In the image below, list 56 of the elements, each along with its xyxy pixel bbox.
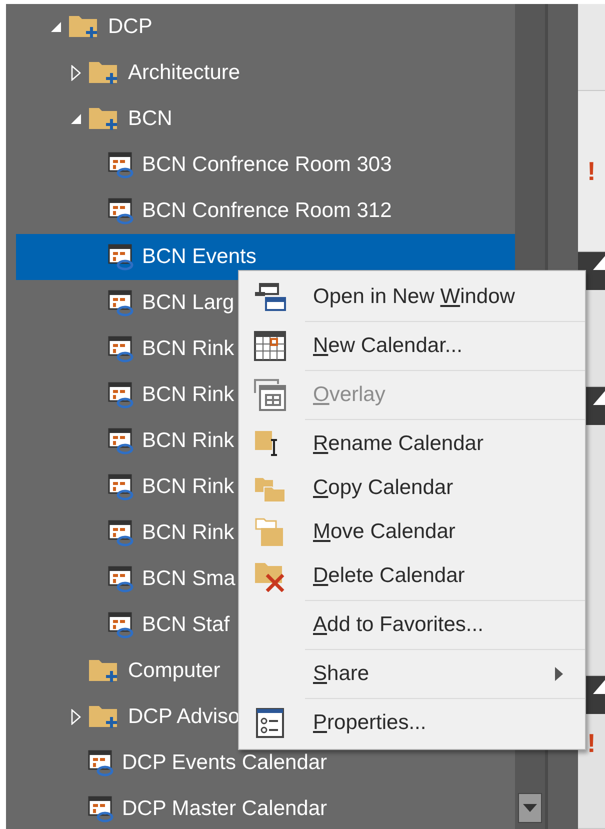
calendar-icon xyxy=(108,335,134,363)
folder-name[interactable]: DCP Adviso xyxy=(128,705,240,729)
expanded-arrow-icon[interactable] xyxy=(70,113,82,125)
calendar-icon xyxy=(108,427,134,455)
folder-name[interactable]: BCN Sma xyxy=(142,567,236,591)
menu-item[interactable]: Copy Calendar xyxy=(239,466,585,510)
collapsed-arrow-icon[interactable] xyxy=(71,709,81,725)
scroll-down-button[interactable] xyxy=(518,793,542,823)
folder-name[interactable]: Computer xyxy=(128,659,220,683)
move-folder-icon xyxy=(254,516,286,548)
overlay-calendar-icon xyxy=(254,379,286,411)
calendar-icon xyxy=(108,565,134,593)
collapse-arrow-icon[interactable] xyxy=(593,391,605,405)
folder-name[interactable]: BCN Confrence Room 303 xyxy=(142,153,392,177)
calendar-icon xyxy=(108,381,134,409)
collapse-arrow-icon[interactable] xyxy=(593,680,605,694)
folder-name[interactable]: BCN xyxy=(128,107,172,131)
delete-folder-icon xyxy=(254,560,286,592)
folder-name[interactable]: DCP Master Calendar xyxy=(122,797,328,821)
menu-item[interactable]: Delete Calendar xyxy=(239,554,585,598)
calendar-icon xyxy=(108,151,134,179)
alert-mark: ! xyxy=(587,156,596,186)
menu-item[interactable]: Move Calendar xyxy=(239,510,585,554)
windows-icon xyxy=(254,283,286,311)
folder-name[interactable]: BCN Larg xyxy=(142,291,234,315)
menu-item[interactable]: Rename Calendar xyxy=(239,422,585,466)
calendar-icon xyxy=(254,331,286,361)
menu-item[interactable]: Add to Favorites... xyxy=(239,603,585,647)
folder-name[interactable]: BCN Rink xyxy=(142,429,234,453)
down-arrow-icon xyxy=(523,804,537,812)
folder-name[interactable]: Architecture xyxy=(128,61,240,85)
folder-name: BCN Events xyxy=(142,245,256,269)
expanded-arrow-icon[interactable] xyxy=(50,21,62,33)
calendar-icon xyxy=(108,611,134,639)
menu-item[interactable]: New Calendar... xyxy=(239,324,585,368)
folder-name[interactable]: BCN Rink xyxy=(142,383,234,407)
calendar-icon xyxy=(108,473,134,501)
folder-name[interactable]: DCP Events Calendar xyxy=(122,751,328,775)
folder-name[interactable]: DCP xyxy=(108,15,152,39)
alert-mark: ! xyxy=(587,728,596,759)
collapse-arrow-icon[interactable] xyxy=(593,256,605,270)
properties-icon xyxy=(256,708,284,738)
folder-name[interactable]: BCN Rink xyxy=(142,337,234,361)
calendar-icon xyxy=(108,289,134,317)
calendar-icon xyxy=(108,243,134,271)
calendar-icon xyxy=(108,519,134,547)
calendar-icon xyxy=(108,197,134,225)
calendar-icon xyxy=(88,749,114,777)
folder-name[interactable]: BCN Rink xyxy=(142,521,234,545)
menu-item[interactable]: Properties... xyxy=(239,701,585,745)
folder-name[interactable]: BCN Staf xyxy=(142,613,230,637)
folder-name[interactable]: BCN Confrence Room 312 xyxy=(142,199,392,223)
folder-name[interactable]: BCN Rink xyxy=(142,475,234,499)
menu-item[interactable]: Share xyxy=(239,652,585,696)
collapsed-arrow-icon[interactable] xyxy=(71,65,81,81)
calendar-icon xyxy=(88,795,114,823)
